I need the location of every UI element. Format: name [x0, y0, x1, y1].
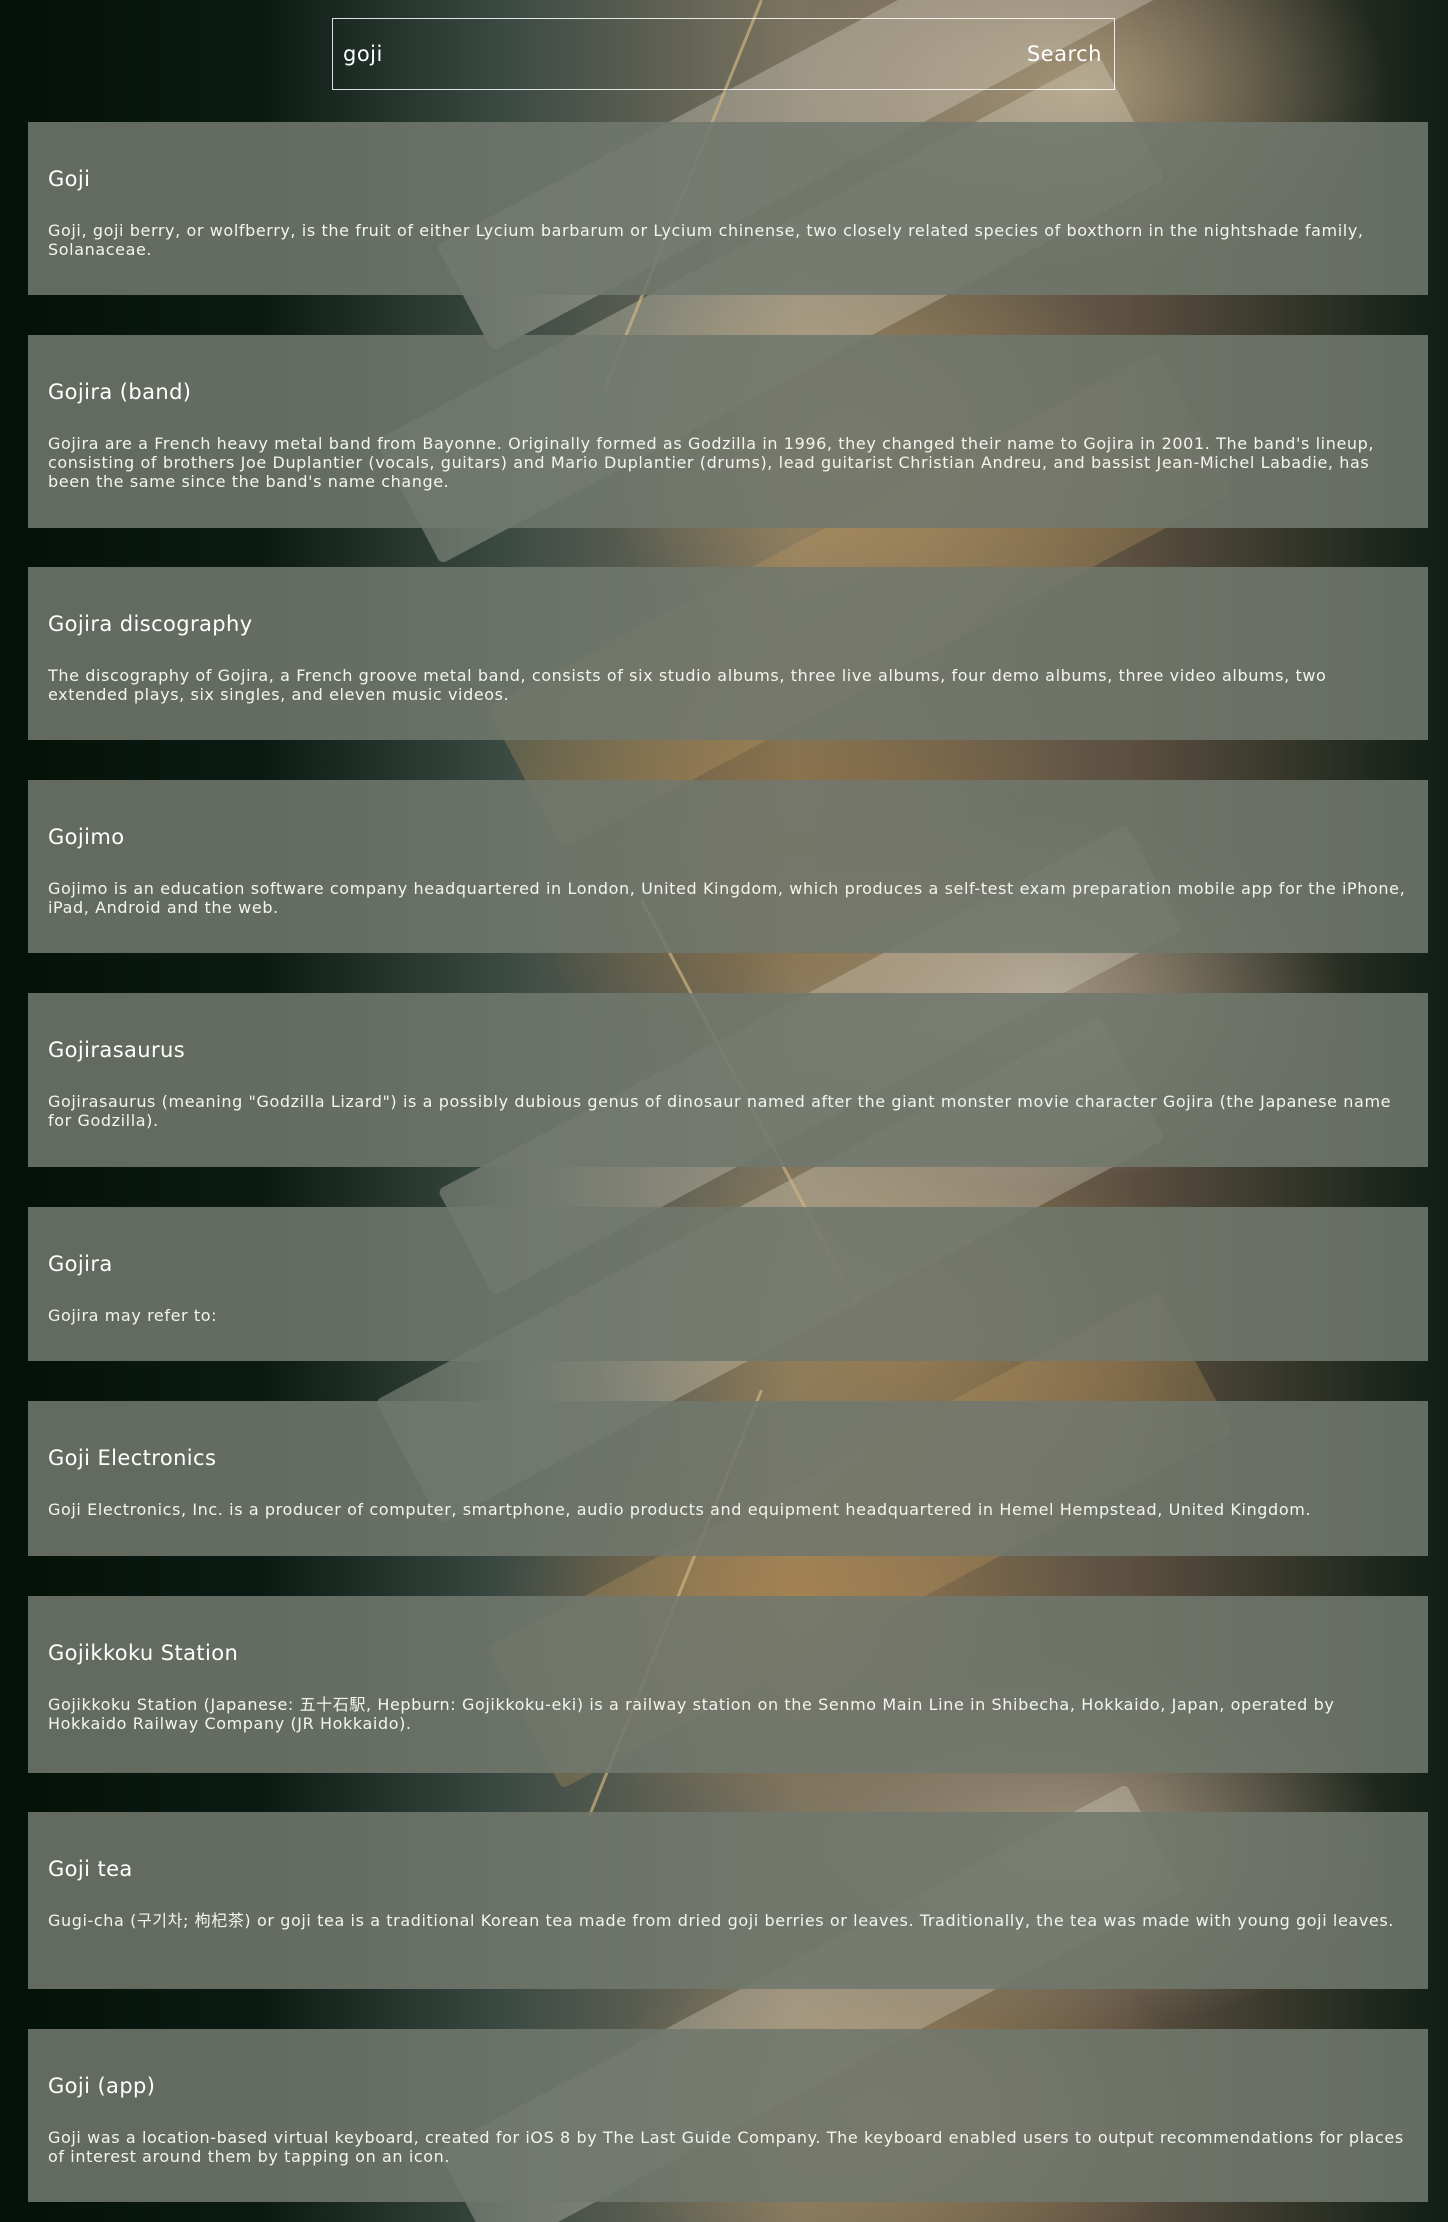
result-card[interactable]: Gojirasaurus Gojirasaurus (meaning "Godz…	[28, 993, 1428, 1167]
result-card[interactable]: Goji (app) Goji was a location-based vir…	[28, 2029, 1428, 2202]
result-snippet: Gojira may refer to:	[48, 1306, 218, 1325]
result-snippet: Goji was a location-based virtual keyboa…	[48, 2128, 1404, 2166]
result-snippet: Gojira are a French heavy metal band fro…	[48, 434, 1375, 491]
result-card[interactable]: Goji Goji, goji berry, or wolfberry, is …	[28, 122, 1428, 295]
result-title[interactable]: Goji (app)	[48, 2074, 155, 2098]
result-title[interactable]: Goji	[48, 167, 90, 191]
result-title[interactable]: Gojimo	[48, 825, 125, 849]
result-card[interactable]: Gojira (band) Gojira are a French heavy …	[28, 335, 1428, 528]
result-title[interactable]: Gojikkoku Station	[48, 1641, 238, 1665]
search-bar: Search	[332, 18, 1115, 90]
result-title[interactable]: Goji Electronics	[48, 1446, 216, 1470]
result-title[interactable]: Goji tea	[48, 1857, 133, 1881]
result-snippet: Goji, goji berry, or wolfberry, is the f…	[48, 221, 1364, 259]
result-title[interactable]: Gojira	[48, 1252, 113, 1276]
result-snippet: Gugi-cha (구기차; 枸杞茶) or goji tea is a tra…	[48, 1911, 1394, 1930]
search-button[interactable]: Search	[1015, 19, 1114, 89]
result-snippet: Gojimo is an education software company …	[48, 879, 1406, 917]
result-card[interactable]: Gojikkoku Station Gojikkoku Station (Jap…	[28, 1596, 1428, 1773]
result-card[interactable]: Goji Electronics Goji Electronics, Inc. …	[28, 1401, 1428, 1556]
result-title[interactable]: Gojira discography	[48, 612, 253, 636]
result-card[interactable]: Goji tea Gugi-cha (구기차; 枸杞茶) or goji tea…	[28, 1812, 1428, 1989]
result-card[interactable]: Gojimo Gojimo is an education software c…	[28, 780, 1428, 953]
result-snippet: The discography of Gojira, a French groo…	[48, 666, 1327, 704]
result-title[interactable]: Gojira (band)	[48, 380, 191, 404]
result-title[interactable]: Gojirasaurus	[48, 1038, 185, 1062]
result-card[interactable]: Gojira Gojira may refer to:	[28, 1207, 1428, 1361]
result-snippet: Gojikkoku Station (Japanese: 五十石駅, Hepbu…	[48, 1695, 1335, 1733]
result-snippet: Gojirasaurus (meaning "Godzilla Lizard")…	[48, 1092, 1392, 1130]
result-snippet: Goji Electronics, Inc. is a producer of …	[48, 1500, 1312, 1519]
search-input[interactable]	[333, 19, 1015, 89]
result-card[interactable]: Gojira discography The discography of Go…	[28, 567, 1428, 740]
